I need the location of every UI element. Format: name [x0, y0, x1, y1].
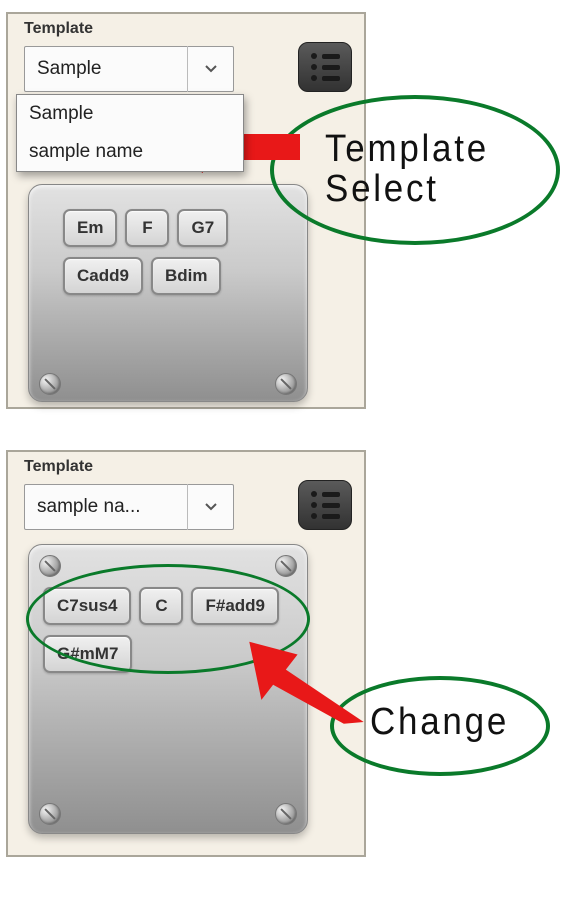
chevron-down-icon[interactable] [187, 484, 233, 530]
chord-button[interactable]: Cadd9 [63, 257, 143, 295]
arrow-icon [245, 632, 365, 727]
chord-button[interactable]: G7 [177, 209, 228, 247]
template-label: Template [24, 458, 93, 476]
dropdown-selected-value: sample na... [25, 496, 187, 518]
callout-label: Template Select [325, 130, 489, 210]
chord-plate: Em F G7 Cadd9 Bdim [28, 184, 308, 402]
chord-button[interactable]: F [125, 209, 169, 247]
template-dropdown-list: Sample sample name [16, 94, 244, 172]
screw-icon [275, 803, 297, 825]
screw-icon [275, 555, 297, 577]
screw-icon [39, 373, 61, 395]
dropdown-selected-value: Sample [25, 58, 187, 80]
dropdown-option[interactable]: sample name [17, 133, 243, 171]
chord-button[interactable]: Em [63, 209, 117, 247]
callout-label: Change [370, 703, 509, 743]
chevron-down-icon[interactable] [187, 46, 233, 92]
dropdown-option[interactable]: Sample [17, 95, 243, 133]
list-icon [311, 53, 340, 81]
chord-button[interactable]: Bdim [151, 257, 222, 295]
list-menu-button[interactable] [298, 42, 352, 92]
chord-row: Em F G7 [63, 209, 228, 247]
chord-row: Cadd9 Bdim [63, 257, 221, 295]
screw-icon [275, 373, 297, 395]
template-label: Template [24, 20, 93, 38]
list-menu-button[interactable] [298, 480, 352, 530]
screw-icon [39, 803, 61, 825]
list-icon [311, 491, 340, 519]
screw-icon [39, 555, 61, 577]
template-dropdown[interactable]: sample na... [24, 484, 234, 530]
template-dropdown[interactable]: Sample [24, 46, 234, 92]
